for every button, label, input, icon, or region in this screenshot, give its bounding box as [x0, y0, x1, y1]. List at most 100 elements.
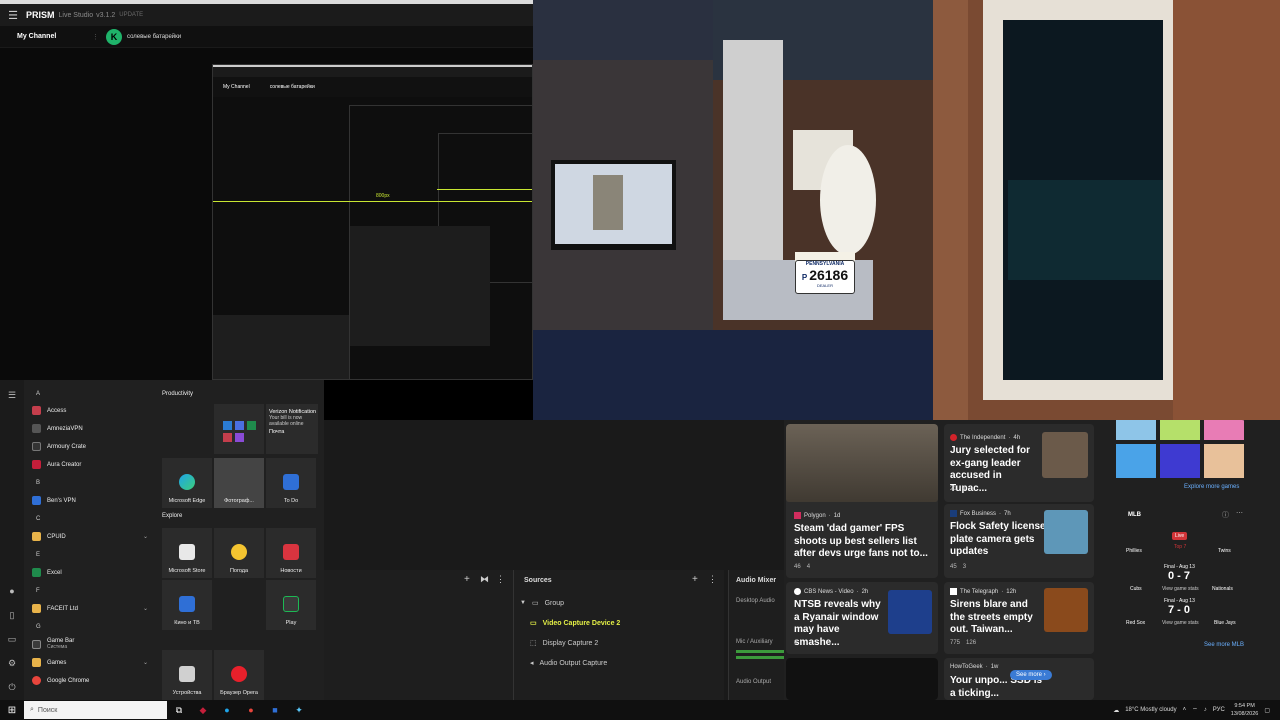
tile-office-apps[interactable] [214, 404, 264, 454]
news-card[interactable]: Polygon · 1d Steam 'dad gamer' FPS shoots … [786, 424, 938, 578]
weather-icon[interactable]: ☁ [1113, 707, 1119, 714]
app-access[interactable]: Access [32, 406, 154, 415]
app-game-bar[interactable]: Game Bar Система [32, 638, 154, 650]
settings-icon[interactable]: ⚙ [6, 658, 18, 670]
tile-photos[interactable]: Фотограф... [214, 458, 264, 508]
update-label[interactable]: UPDATE [119, 12, 143, 18]
news-card[interactable]: CBS News - Video · 2h NTSB reveals why a R… [786, 582, 938, 654]
add-source-icon[interactable]: + [692, 574, 698, 585]
windows-start-icon[interactable]: ⊞ [0, 705, 24, 716]
group-productivity[interactable]: Productivity [162, 391, 193, 397]
game-thumb[interactable] [1204, 420, 1244, 440]
news-card[interactable]: The Telegraph · 12h Sirens blare and the s… [944, 582, 1094, 654]
app-bens-vpn[interactable]: Ben's VPN [32, 496, 154, 505]
tile-store[interactable]: Microsoft Store [162, 528, 212, 578]
mlb-widget[interactable]: MLB ⓘ ⋯ Phillies Live Top 7 Twins Cubs F… [1112, 506, 1246, 656]
tile-movies[interactable]: Кино и ТВ [162, 580, 212, 630]
weather-text[interactable]: 18°C Mostly cloudy [1125, 707, 1176, 713]
language-indicator[interactable]: РУС [1213, 707, 1225, 713]
more-vertical-icon[interactable]: ⋮ [708, 574, 717, 585]
more-vertical-icon[interactable]: ⋮ [496, 574, 505, 585]
volume-icon[interactable]: ♪ [1204, 707, 1207, 713]
tile-verizon[interactable]: Verizon Notification Your bill is now av… [266, 404, 318, 454]
game-thumb[interactable] [1116, 444, 1156, 478]
letter-header[interactable]: C [36, 516, 40, 522]
app-armoury-crate[interactable]: Armoury Crate [32, 442, 154, 451]
app-title: Live Studio [58, 11, 94, 19]
game-detail: View game stats [1162, 586, 1199, 592]
app-amneziavpn[interactable]: AmneziaVPN [32, 424, 154, 433]
game-thumb[interactable] [1160, 420, 1200, 440]
letter-header[interactable]: F [36, 588, 40, 594]
source-audio-output[interactable]: ◂ Audio Output Capture [530, 659, 607, 668]
more-horizontal-icon[interactable]: ⋯ [1236, 509, 1243, 517]
document-icon[interactable]: ▯ [6, 610, 18, 622]
app-excel[interactable]: Excel [32, 568, 154, 577]
mlb-game[interactable]: Red Sox Final - Aug 13 7 - 0 View game s… [1116, 598, 1242, 628]
letter-header[interactable]: E [36, 552, 40, 558]
app-version: v3.1.2 [96, 11, 116, 19]
add-scene-icon[interactable]: + [464, 574, 470, 585]
tile-weather[interactable]: Погода [214, 528, 264, 578]
hamburger-icon[interactable]: ☰ [6, 390, 18, 402]
tile-todo[interactable]: To Do [266, 458, 316, 508]
bens-vpn-icon[interactable]: ■ [263, 705, 287, 715]
news-card[interactable]: The Independent · 4h Jury selected for ex-… [944, 424, 1094, 502]
games-widget[interactable]: Explore more games [1112, 420, 1246, 494]
app-faceit[interactable]: FACEIT Ltd ⌄ [32, 604, 154, 613]
chevron-up-icon[interactable]: ˄ [1183, 707, 1187, 713]
notification-icon[interactable]: ▢ [1264, 707, 1270, 714]
news-card[interactable]: HowToGeek · 1w Your unpo... SSD is a ticki… [944, 658, 1094, 700]
power-icon[interactable]: ⏻ [6, 682, 18, 694]
search-input[interactable]: ⌕ Поиск [24, 701, 167, 719]
tile-news[interactable]: Новости [266, 528, 316, 578]
source-video-capture[interactable]: ▭ Video Capture Device 2 [530, 619, 620, 628]
prism-titlebar: ☰ PRISM Live Studio v3.1.2 UPDATE [0, 0, 533, 26]
hamburger-icon[interactable]: ☰ [0, 9, 26, 22]
see-more-button[interactable]: See more › [1010, 670, 1052, 680]
channel-title[interactable]: My Channel [0, 33, 92, 40]
volume-meter[interactable] [736, 650, 784, 653]
chevron-down-icon: ⌄ [142, 660, 148, 666]
news-card[interactable] [786, 658, 938, 700]
tile-edge[interactable]: Microsoft Edge [162, 458, 212, 508]
aura-creator-icon[interactable]: ◆ [191, 705, 215, 716]
game-thumb[interactable] [1204, 444, 1244, 478]
wifi-icon[interactable]: ⌔ [1192, 706, 1198, 714]
letter-header[interactable]: B [36, 480, 40, 486]
game-thumb[interactable] [1160, 444, 1200, 478]
user-avatar-icon[interactable]: ● [6, 586, 18, 598]
volume-meter[interactable] [736, 656, 784, 659]
task-view-icon[interactable]: ⧉ [167, 705, 191, 716]
channel-avatar[interactable]: K [106, 28, 122, 45]
clock[interactable]: 9:54 PM 13/08/2026 [1231, 702, 1259, 718]
tile-play[interactable]: Play [266, 580, 316, 630]
app-cpuid[interactable]: CPUID ⌄ [32, 532, 154, 541]
filter-icon[interactable]: ⧓ [480, 574, 489, 585]
letter-header[interactable]: G [36, 624, 41, 630]
app-aura-creator[interactable]: Aura Creator [32, 460, 154, 469]
news-card[interactable]: Fox Business · 7h Flock Safety license pla… [944, 504, 1094, 578]
tile-label: Новости [280, 568, 302, 574]
info-icon[interactable]: ⓘ [1222, 510, 1229, 520]
game-detail: Top 7 [1174, 544, 1187, 550]
mlb-title[interactable]: MLB [1128, 512, 1141, 518]
source-group[interactable]: ▼ ▭ Group [520, 599, 564, 608]
source-display-capture[interactable]: ⬚ Display Capture 2 [530, 639, 598, 648]
game-thumb[interactable] [1116, 420, 1156, 440]
prism-icon[interactable]: ✦ [287, 705, 311, 716]
explore-games-link[interactable]: Explore more games [1184, 484, 1239, 490]
mlb-game[interactable]: Phillies Live Top 7 Twins [1116, 528, 1242, 558]
app-google-chrome[interactable]: Google Chrome [32, 676, 154, 685]
news-meta: 775 126 [950, 640, 977, 646]
tile-devices[interactable]: Устройства [162, 650, 212, 700]
app-games[interactable]: Games ⌄ [32, 658, 154, 667]
chrome-icon[interactable]: ● [239, 705, 263, 715]
tile-opera[interactable]: Браузер Opera [214, 650, 264, 700]
edge-icon[interactable]: ● [215, 705, 239, 715]
group-explore[interactable]: Explore [162, 513, 182, 519]
letter-header[interactable]: A [36, 391, 40, 397]
pictures-icon[interactable]: ▭ [6, 634, 18, 646]
mlb-game[interactable]: Cubs Final - Aug 13 0 - 7 View game stat… [1116, 564, 1242, 594]
see-more-mlb-link[interactable]: See more MLB [1204, 642, 1244, 648]
